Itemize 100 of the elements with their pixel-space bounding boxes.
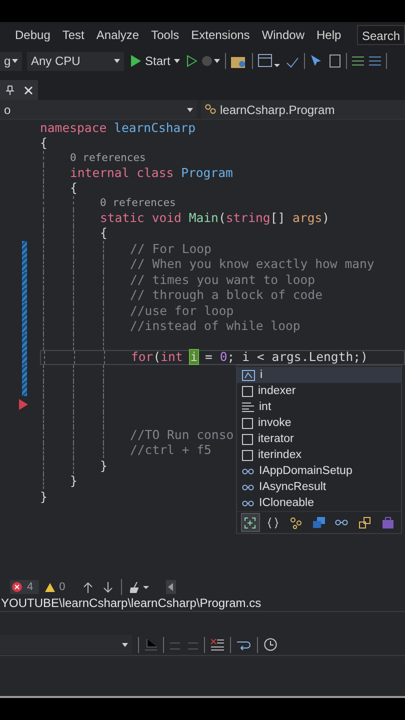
code-token: int <box>160 350 184 364</box>
completion-item[interactable]: IAsyncResult <box>237 479 401 495</box>
error-icon <box>12 582 22 592</box>
menu-item[interactable]: Help <box>316 28 342 42</box>
caret-icon <box>114 59 120 63</box>
code-token: = <box>204 350 214 364</box>
code-token: ( <box>153 350 161 364</box>
snippet-icon <box>242 434 253 444</box>
completion-item[interactable]: int <box>237 399 401 415</box>
clear-all-icon[interactable] <box>211 638 224 650</box>
menu-item[interactable]: Analyze <box>96 28 140 42</box>
interface-icon <box>335 519 348 526</box>
code-token: { <box>40 136 48 150</box>
scroll-left-button[interactable] <box>166 580 176 594</box>
folder-icon[interactable] <box>231 54 248 68</box>
references-label[interactable]: 0 references <box>100 197 176 209</box>
snippet-icon <box>242 450 253 460</box>
interface-icon <box>242 500 254 506</box>
platform-dropdown[interactable]: Any CPU <box>27 52 124 70</box>
left-triangle-icon <box>168 583 174 591</box>
code-comment: //use for loop <box>130 304 234 318</box>
code-token: namespace <box>40 120 108 135</box>
broom-icon <box>130 582 150 592</box>
code-token: internal class <box>70 166 175 180</box>
completion-item[interactable]: i <box>237 367 401 383</box>
pin-icon[interactable] <box>4 85 15 95</box>
code-token: ) <box>322 210 330 225</box>
code-token: learnCsharp <box>114 120 196 135</box>
completion-item[interactable]: indexer <box>237 383 401 399</box>
expand-icon <box>244 516 256 528</box>
code-comment: // When you know exactly how many <box>130 257 374 272</box>
code-token: } <box>100 458 108 473</box>
menu-item[interactable]: Window <box>262 28 304 42</box>
code-token: static void <box>100 210 182 225</box>
type-dropdown[interactable]: learnCsharp.Program <box>201 100 405 119</box>
down-arrow-button[interactable] <box>101 582 116 592</box>
warning-count[interactable]: 0 <box>45 581 66 593</box>
snippet-icon <box>242 418 253 428</box>
caret-icon <box>12 59 18 63</box>
file-path: YOUTUBE\learnCsharp\learnCsharp\Program.cs <box>0 596 405 612</box>
start-button[interactable]: Start <box>129 54 182 68</box>
code-token: ) <box>360 350 368 364</box>
class-icon <box>205 104 217 115</box>
code-comment: //instead of while loop <box>130 319 300 334</box>
configuration-dropdown[interactable]: g <box>0 52 22 70</box>
code-comment: //TO Run conso <box>130 428 234 442</box>
completion-item[interactable]: iterindex <box>237 447 401 463</box>
completion-item[interactable]: IAppDomainSetup <box>237 463 401 479</box>
error-count[interactable]: 4 <box>10 580 40 594</box>
completion-item[interactable]: invoke <box>237 415 401 431</box>
code-token: } <box>40 490 48 504</box>
completion-item[interactable]: iterator <box>237 431 401 447</box>
module-icon <box>382 516 394 528</box>
code-comment: // times you want to loop <box>130 272 316 287</box>
caret-icon <box>122 642 128 646</box>
code-comment: // through a block of code <box>130 288 322 302</box>
caret-icon <box>174 59 180 63</box>
interface-icon <box>242 484 254 490</box>
up-arrow-icon <box>83 582 94 592</box>
menu-item[interactable]: Test <box>62 28 84 42</box>
project-dropdown[interactable]: o <box>0 100 197 119</box>
word-wrap-icon[interactable] <box>237 638 251 650</box>
window-icon[interactable] <box>258 54 280 68</box>
code-token: args.Length; <box>272 350 361 364</box>
warning-icon <box>45 582 56 592</box>
caret-icon <box>187 108 193 112</box>
play-icon <box>131 55 141 67</box>
clock-icon[interactable] <box>264 638 277 651</box>
snippet-icon <box>242 386 253 396</box>
menu-item[interactable]: Tools <box>151 28 180 42</box>
code-token: Program <box>181 166 233 180</box>
class-icon <box>313 517 325 528</box>
interface-icon <box>242 468 254 474</box>
code-token: for <box>131 350 154 364</box>
filter-button[interactable] <box>241 513 260 532</box>
code-token: args <box>292 210 322 225</box>
code-token: { <box>100 226 108 240</box>
code-token: string <box>226 210 270 225</box>
text-cursor: i <box>190 350 198 364</box>
code-token: } <box>70 474 78 488</box>
close-icon[interactable] <box>24 86 34 94</box>
keyword-icon <box>242 402 254 412</box>
search-field[interactable]: Search <box>356 25 405 45</box>
struct-icon <box>358 516 371 528</box>
code-token: ( <box>218 210 226 225</box>
menu-item[interactable]: Extensions <box>191 28 250 42</box>
braces-icon <box>267 516 280 528</box>
play-outline-icon[interactable] <box>187 55 198 67</box>
code-token: ; i < <box>227 350 266 364</box>
code-token: [] <box>270 210 286 225</box>
code-token: { <box>70 181 78 196</box>
code-token: Main <box>188 210 218 225</box>
code-token: 0 <box>220 350 228 364</box>
code-comment: //ctrl + f5 <box>130 443 212 458</box>
references-label[interactable]: 0 references <box>70 152 146 164</box>
down-arrow-icon <box>103 582 114 592</box>
code-comment: // For Loop <box>130 242 212 256</box>
variable-icon <box>242 370 255 380</box>
menu-item[interactable]: Debug <box>15 28 50 42</box>
completion-item[interactable]: ICloneable <box>237 495 401 511</box>
